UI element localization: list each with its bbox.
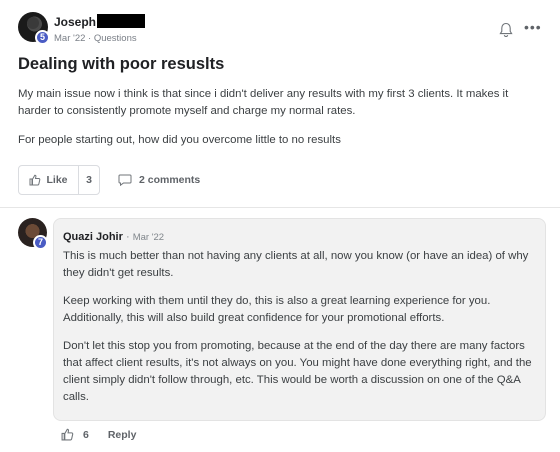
thumbs-up-icon bbox=[29, 174, 41, 186]
reply-button[interactable]: Reply bbox=[108, 429, 137, 441]
comment-paragraph: This is much better than not having any … bbox=[63, 250, 529, 279]
post-meta: Mar '22 · Questions bbox=[54, 33, 137, 44]
post-body: My main issue now i think is that since … bbox=[18, 86, 538, 161]
commenter-avatar[interactable]: 7 bbox=[18, 218, 48, 250]
comments-label: 2 comments bbox=[139, 174, 201, 186]
post-title: Dealing with poor resuslts bbox=[18, 55, 225, 73]
like-button[interactable]: Like bbox=[19, 166, 79, 194]
redacted-surname bbox=[97, 14, 145, 28]
comment-body: This is much better than not having any … bbox=[63, 248, 541, 417]
comment-paragraph: Don't let this stop you from promoting, … bbox=[63, 340, 532, 403]
more-options-icon[interactable]: ••• bbox=[524, 20, 542, 34]
commenter-name[interactable]: Quazi Johir bbox=[63, 231, 123, 243]
comment-actions: 6 Reply bbox=[61, 428, 136, 441]
comment-time: Mar '22 bbox=[132, 232, 165, 243]
post-paragraph: For people starting out, how did you ove… bbox=[18, 134, 341, 146]
post-header: 5 Joseph Mar '22 · Questions ••• bbox=[18, 12, 548, 46]
comment-like-count: 6 bbox=[83, 428, 89, 441]
bell-icon[interactable] bbox=[499, 22, 513, 38]
author-level-badge: 5 bbox=[35, 30, 50, 45]
thumbs-up-icon[interactable] bbox=[61, 428, 74, 441]
comments-button[interactable]: 2 comments bbox=[118, 165, 200, 195]
divider bbox=[0, 207, 560, 208]
post-paragraph: My main issue now i think is that since … bbox=[18, 88, 509, 117]
comment-paragraph: Keep working with them until they do, th… bbox=[63, 295, 491, 324]
avatar-head-shape bbox=[27, 17, 39, 29]
comment-separator: · bbox=[122, 231, 133, 243]
author-avatar[interactable]: 5 bbox=[18, 12, 50, 45]
comment-header: Quazi Johir · Mar '22 bbox=[63, 231, 164, 243]
comment-bubble-icon bbox=[118, 174, 132, 186]
like-control: Like 3 bbox=[18, 165, 100, 195]
commenter-level-badge: 7 bbox=[33, 235, 48, 250]
like-count[interactable]: 3 bbox=[79, 166, 99, 194]
like-label: Like bbox=[46, 174, 68, 186]
author-name[interactable]: Joseph bbox=[54, 15, 96, 29]
comment-bubble: Quazi Johir · Mar '22 This is much bette… bbox=[53, 218, 546, 421]
